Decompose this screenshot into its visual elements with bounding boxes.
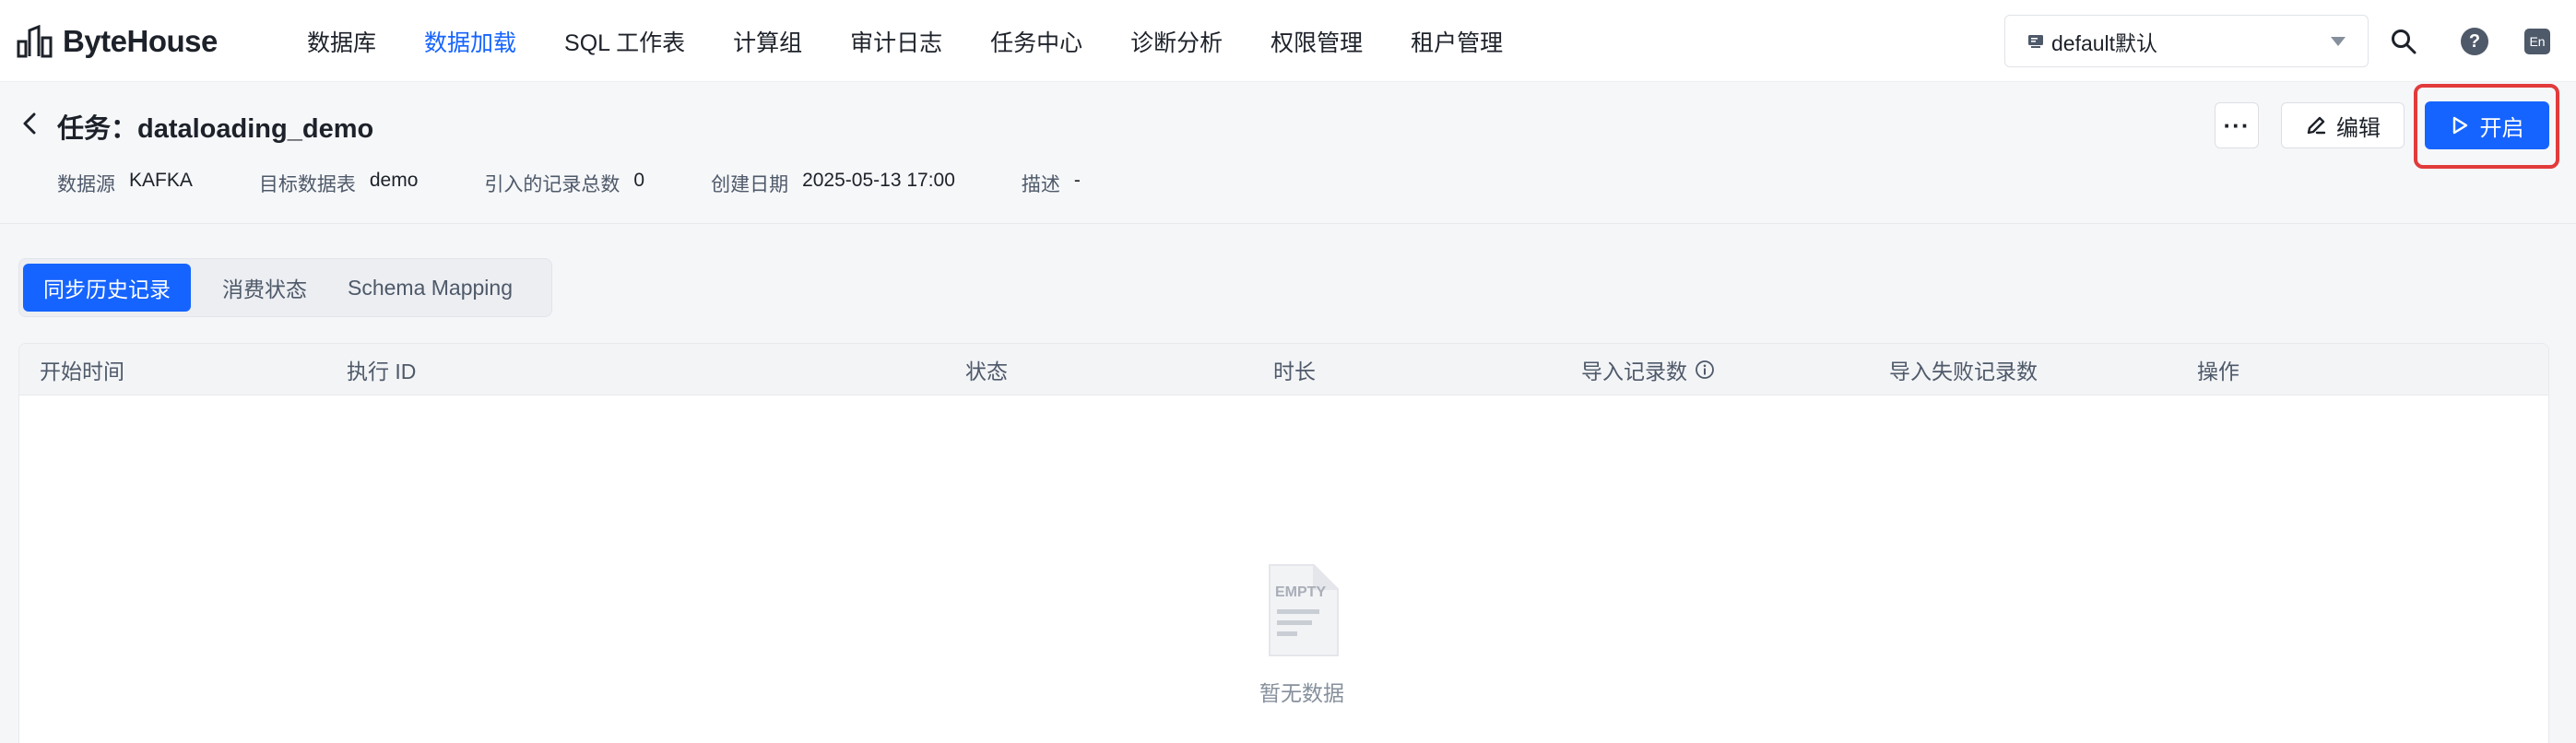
back-arrow-icon[interactable] <box>18 111 41 136</box>
nav-item-databases[interactable]: 数据库 <box>307 25 376 58</box>
column-header-duration: 时长 <box>1273 360 1316 383</box>
help-button[interactable]: ? <box>2459 26 2490 57</box>
tab-bar: 同步历史记录 消费状态 Schema Mapping <box>18 258 552 317</box>
meta-key: 目标数据表 <box>258 174 356 195</box>
language-switch-button[interactable]: En <box>2522 26 2553 57</box>
meta-target-table: 目标数据表 demo <box>259 170 419 197</box>
meta-value: 0 <box>633 170 645 191</box>
nav-item-permissions[interactable]: 权限管理 <box>1270 25 1363 58</box>
meta-total-records: 引入的记录总数 0 <box>484 170 644 197</box>
nav-item-diagnostics[interactable]: 诊断分析 <box>1130 25 1223 58</box>
meta-key: 创建日期 <box>711 174 789 195</box>
empty-state-text: 暂无数据 <box>1259 681 1344 705</box>
tab-schema-mapping[interactable]: Schema Mapping <box>327 264 533 312</box>
nav-item-sql-worksheet[interactable]: SQL 工作表 <box>564 25 685 58</box>
start-button[interactable]: 开启 <box>2425 101 2549 149</box>
column-header-execution-id: 执行 ID <box>347 360 417 383</box>
column-header-status: 状态 <box>965 360 1008 383</box>
bytehouse-logo-icon <box>17 25 53 58</box>
meta-created-date: 创建日期 2025-05-13 17:00 <box>711 170 955 197</box>
nav-item-data-loading[interactable]: 数据加载 <box>424 25 516 58</box>
nav-item-tenant-management[interactable]: 租户管理 <box>1411 25 1503 58</box>
column-header-start-time: 开始时间 <box>40 360 124 383</box>
meta-data-source: 数据源 KAFKA <box>57 170 193 197</box>
nav-item-audit-log[interactable]: 审计日志 <box>850 25 942 58</box>
column-header-label: 导入记录数 <box>1581 360 1687 383</box>
chevron-down-icon <box>2331 36 2346 46</box>
info-icon[interactable] <box>1695 360 1715 380</box>
meta-value: KAFKA <box>129 170 193 191</box>
language-icon: En <box>2524 29 2550 54</box>
start-button-label: 开启 <box>2479 115 2524 141</box>
task-meta: 数据源 KAFKA 目标数据表 demo 引入的记录总数 0 创建日期 2025… <box>57 170 1147 197</box>
more-icon: ··· <box>2223 111 2251 139</box>
meta-value: 2025-05-13 17:00 <box>802 170 955 191</box>
meta-key: 数据源 <box>57 174 115 195</box>
column-header-actions: 操作 <box>2197 360 2239 383</box>
edit-pencil-icon <box>2307 116 2326 135</box>
tenant-select[interactable]: default默认 <box>2004 15 2369 67</box>
search-icon <box>2392 29 2416 54</box>
search-button[interactable] <box>2388 26 2419 57</box>
edit-button-label: 编辑 <box>2336 115 2381 141</box>
column-header-imported-records: 导入记录数 <box>1581 344 1715 395</box>
empty-image-label: EMPTY <box>1275 584 1326 600</box>
empty-state: EMPTY 暂无数据 <box>1228 563 1376 707</box>
tab-sync-history[interactable]: 同步历史记录 <box>23 264 191 312</box>
brand-name: ByteHouse <box>63 24 218 58</box>
play-icon <box>2452 116 2467 135</box>
sync-history-table: 开始时间 执行 ID 状态 时长 导入记录数 导入失败记录数 操作 EMPTY … <box>18 343 2549 743</box>
help-icon: ? <box>2461 28 2488 55</box>
meta-description: 描述 - <box>1022 170 1081 197</box>
empty-document-icon: EMPTY <box>1269 564 1339 656</box>
tenant-select-value: default默认 <box>2051 30 2158 55</box>
more-actions-button[interactable]: ··· <box>2215 102 2259 148</box>
edit-button[interactable]: 编辑 <box>2281 102 2405 148</box>
meta-key: 描述 <box>1021 174 1060 195</box>
main-nav: 数据库 数据加载 SQL 工作表 计算组 审计日志 任务中心 诊断分析 权限管理… <box>307 0 1551 82</box>
logo[interactable]: ByteHouse <box>17 22 218 61</box>
top-navigation-bar: ByteHouse 数据库 数据加载 SQL 工作表 计算组 审计日志 任务中心… <box>0 0 2576 82</box>
nav-item-task-center[interactable]: 任务中心 <box>990 25 1082 58</box>
column-header-failed-records: 导入失败记录数 <box>1889 360 2038 383</box>
task-header: 任务：dataloading_demo 数据源 KAFKA 目标数据表 demo… <box>0 83 2576 224</box>
page-title: 任务：dataloading_demo <box>57 114 374 144</box>
tenant-icon <box>2028 34 2043 48</box>
table-header: 开始时间 执行 ID 状态 时长 导入记录数 导入失败记录数 操作 <box>19 344 2548 395</box>
nav-item-compute-groups[interactable]: 计算组 <box>733 25 802 58</box>
meta-value: - <box>1073 170 1081 191</box>
tab-consumption-status[interactable]: 消费状态 <box>202 264 327 312</box>
meta-value: demo <box>369 170 419 191</box>
meta-key: 引入的记录总数 <box>484 174 620 195</box>
